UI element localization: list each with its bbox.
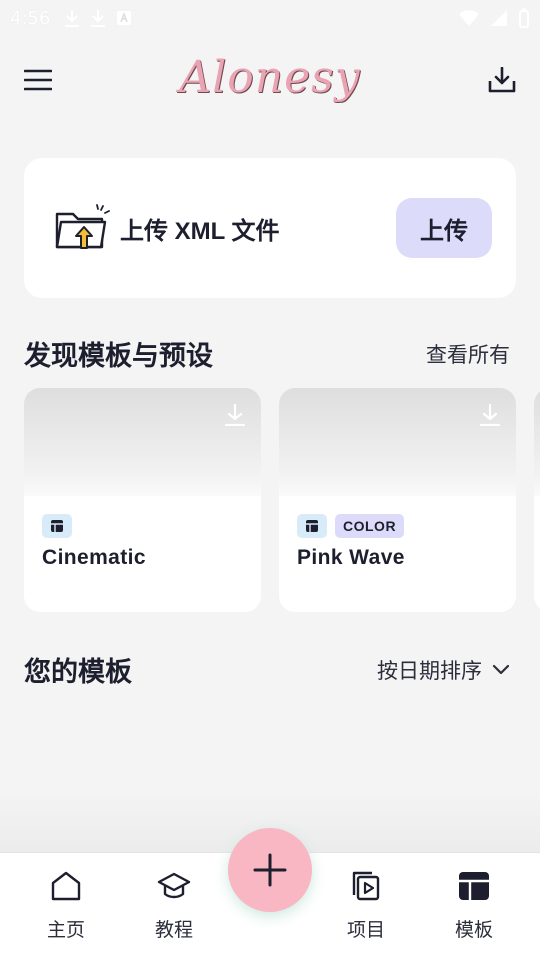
discover-section-header: 发现模板与预设 查看所有 [24,334,510,373]
template-type-icon [297,514,327,538]
view-all-link[interactable]: 查看所有 [426,339,510,369]
template-tags: COLOR [297,514,405,538]
app-bar: Alonesy [0,44,540,116]
sort-label: 按日期排序 [377,659,482,683]
status-bar: 4:56 [0,0,540,36]
upload-button[interactable]: 上传 [396,198,492,258]
nav-item-templates[interactable]: 模板 [429,871,519,942]
upload-xml-label: 上传 XML 文件 [120,217,280,245]
template-card-partial[interactable] [534,388,540,612]
download-notification-icon [91,10,106,27]
nav-item-tutorials[interactable]: 教程 [129,871,219,942]
download-icon[interactable] [480,404,500,426]
template-thumbnail [279,388,516,496]
nav-label: 模板 [454,920,493,941]
battery-icon [519,8,529,28]
nav-item-projects[interactable]: 项目 [321,871,411,942]
status-time: 4:56 [10,7,51,29]
template-carousel[interactable]: Cinematic COLOR Pink Wave [24,388,540,614]
folder-upload-icon [55,204,110,249]
download-tray-icon [488,67,516,93]
text-notification-icon [117,11,132,25]
video-project-icon [352,871,380,901]
home-icon [51,871,81,901]
nav-item-home[interactable]: 主页 [21,871,111,942]
plus-icon [253,853,287,887]
nav-label: 教程 [154,920,193,941]
upload-xml-card[interactable]: 上传 XML 文件 上传 [24,158,516,298]
template-thumbnail [534,388,540,496]
wifi-icon [459,10,479,26]
your-templates-header: 您的模板 按日期排序 [24,650,510,689]
template-card[interactable]: Cinematic [24,388,261,612]
template-icon [459,872,489,900]
template-thumbnail [24,388,261,496]
section-title: 您的模板 [24,657,132,687]
download-icon[interactable] [225,404,245,426]
sort-dropdown[interactable]: 按日期排序 [377,655,510,685]
create-new-button[interactable] [228,828,312,912]
template-tags [42,514,72,538]
section-title: 发现模板与预设 [24,341,213,371]
download-notification-icon [65,10,80,27]
graduation-cap-icon [157,872,191,899]
app-logo: Alonesy [179,52,361,103]
nav-label: 项目 [346,920,385,941]
template-card[interactable]: COLOR Pink Wave [279,388,516,612]
template-type-icon [42,514,72,538]
signal-icon [491,10,507,26]
color-tag: COLOR [335,514,405,538]
nav-label: 主页 [46,920,85,941]
template-name: Pink Wave [297,546,405,569]
download-button[interactable] [484,62,520,98]
chevron-down-icon [492,664,510,674]
template-name: Cinematic [42,546,146,569]
